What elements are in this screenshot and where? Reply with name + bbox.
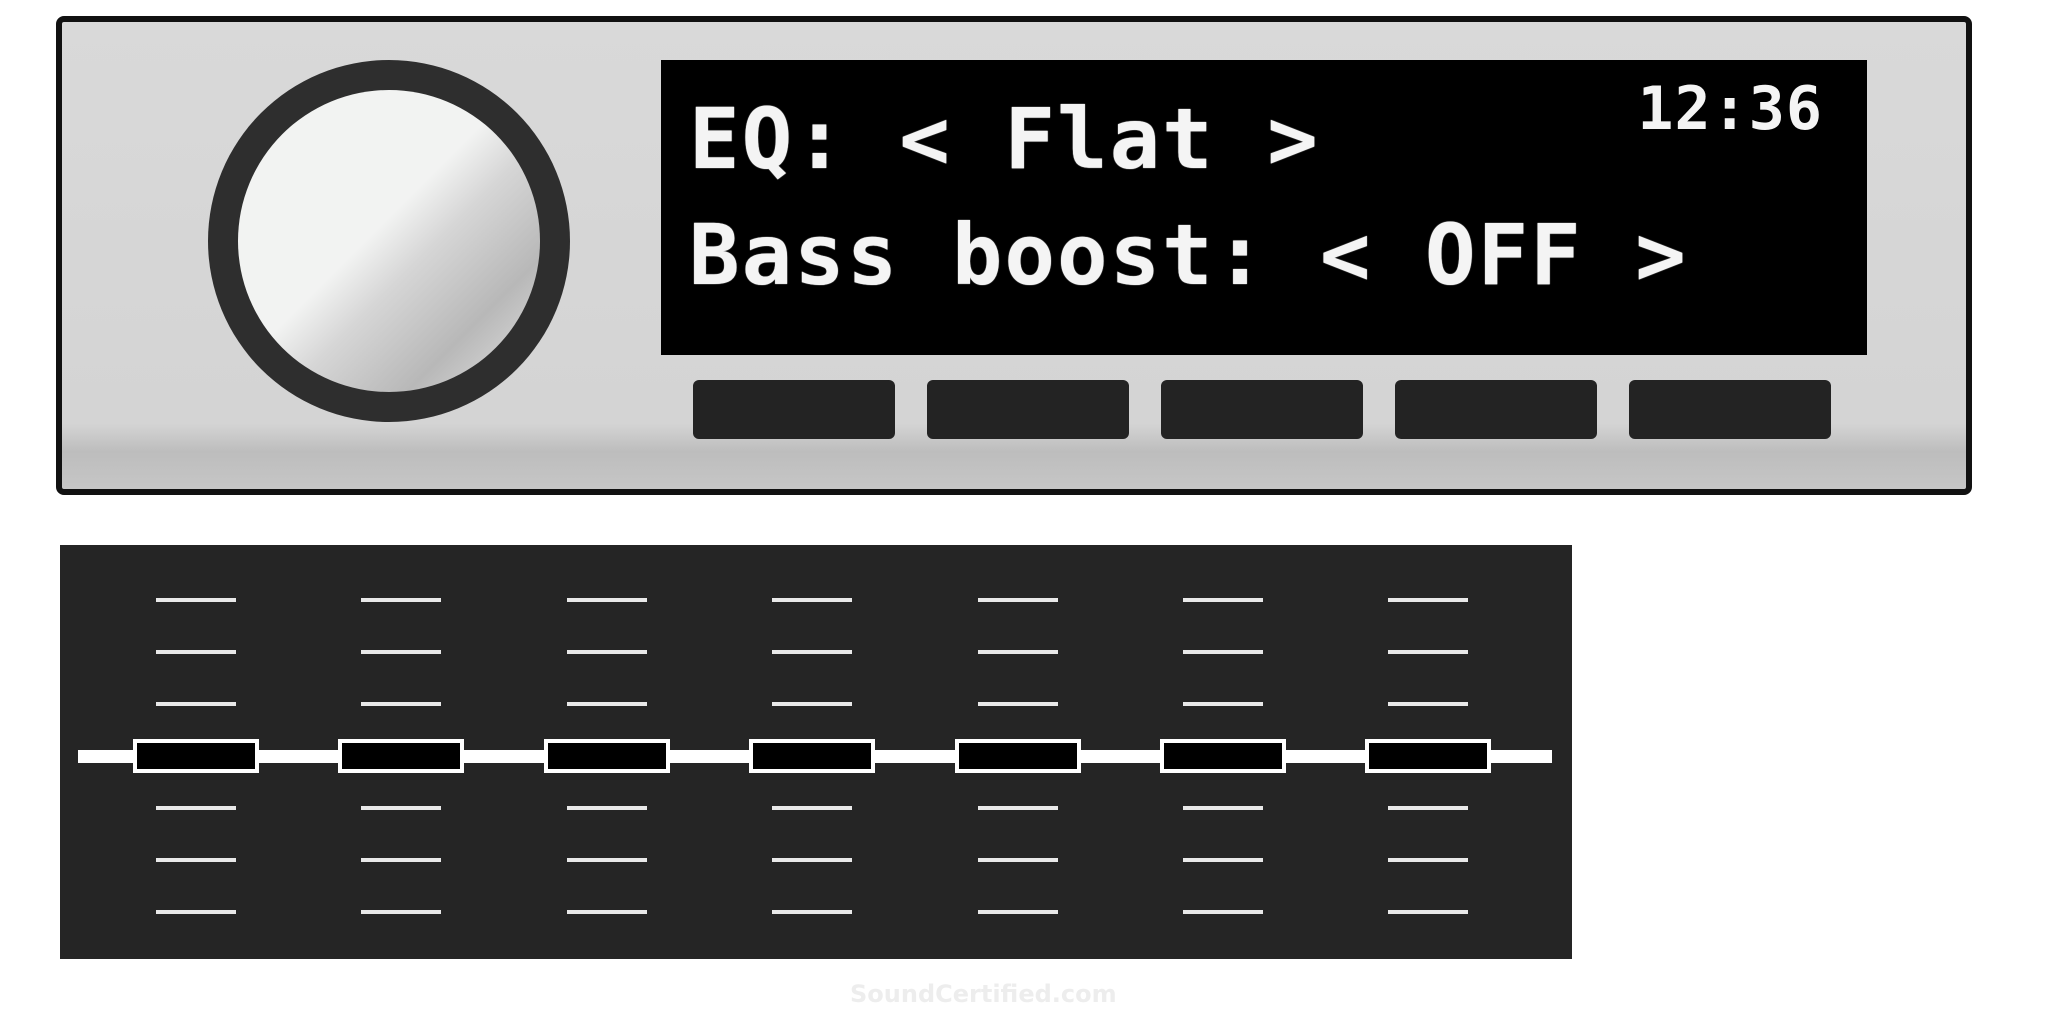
eq-tick-mark [156,806,236,810]
eq-tick-mark [361,806,441,810]
lcd-display: EQ: < Flat > Bass boost: < OFF > 12:36 [661,60,1867,355]
eq-tick-mark [1183,858,1263,862]
eq-tick-mark [1388,806,1468,810]
eq-tick-mark [361,858,441,862]
eq-setting-line: EQ: < Flat > [689,90,1320,188]
eq-band-5 [955,545,1085,959]
eq-tick-mark [567,702,647,706]
eq-slider-handle-5[interactable] [955,739,1081,773]
eq-tick-mark [361,702,441,706]
eq-tick-mark [1183,650,1263,654]
eq-tick-mark [156,702,236,706]
eq-tick-mark [156,598,236,602]
equalizer-panel [60,545,1572,959]
eq-tick-mark [361,910,441,914]
eq-tick-mark [772,806,852,810]
eq-tick-mark [1388,910,1468,914]
watermark: SoundCertified.com [850,980,1117,1008]
eq-tick-mark [361,650,441,654]
clock: 12:36 [1637,74,1823,144]
eq-tick-mark [978,806,1058,810]
eq-tick-mark [567,910,647,914]
eq-tick-mark [156,910,236,914]
eq-band-1 [133,545,263,959]
stage: EQ: < Flat > Bass boost: < OFF > 12:36 S… [0,0,2048,1014]
volume-knob[interactable] [208,60,570,422]
eq-slider-handle-7[interactable] [1365,739,1491,773]
eq-tick-mark [978,650,1058,654]
eq-tick-mark [361,598,441,602]
eq-tick-mark [772,650,852,654]
eq-tick-mark [772,598,852,602]
eq-tick-mark [156,858,236,862]
eq-tick-mark [1183,806,1263,810]
eq-tick-mark [978,910,1058,914]
eq-slider-handle-4[interactable] [749,739,875,773]
eq-tick-mark [567,806,647,810]
bass-boost-setting-line: Bass boost: < OFF > [689,206,1688,304]
eq-tick-mark [156,650,236,654]
preset-button-5[interactable] [1629,380,1831,439]
eq-tick-mark [772,910,852,914]
eq-tick-mark [567,598,647,602]
eq-tick-mark [772,858,852,862]
volume-knob-face[interactable] [238,90,540,392]
eq-tick-mark [1388,650,1468,654]
preset-button-row [693,380,1833,439]
eq-band-6 [1160,545,1290,959]
preset-button-1[interactable] [693,380,895,439]
eq-tick-mark [978,702,1058,706]
eq-band-4 [749,545,879,959]
eq-tick-mark [1388,598,1468,602]
eq-tick-mark [1183,910,1263,914]
car-stereo-head-unit: EQ: < Flat > Bass boost: < OFF > 12:36 [56,16,1972,495]
eq-tick-mark [567,858,647,862]
preset-button-3[interactable] [1161,380,1363,439]
eq-slider-handle-6[interactable] [1160,739,1286,773]
eq-tick-mark [1183,702,1263,706]
eq-tick-mark [567,650,647,654]
eq-tick-mark [978,598,1058,602]
eq-band-7 [1365,545,1495,959]
eq-band-2 [338,545,468,959]
eq-tick-mark [978,858,1058,862]
eq-tick-mark [1388,858,1468,862]
eq-tick-mark [1388,702,1468,706]
eq-slider-handle-2[interactable] [338,739,464,773]
eq-band-3 [544,545,674,959]
eq-tick-mark [772,702,852,706]
preset-button-2[interactable] [927,380,1129,439]
eq-slider-handle-3[interactable] [544,739,670,773]
eq-slider-handle-1[interactable] [133,739,259,773]
preset-button-4[interactable] [1395,380,1597,439]
eq-tick-mark [1183,598,1263,602]
